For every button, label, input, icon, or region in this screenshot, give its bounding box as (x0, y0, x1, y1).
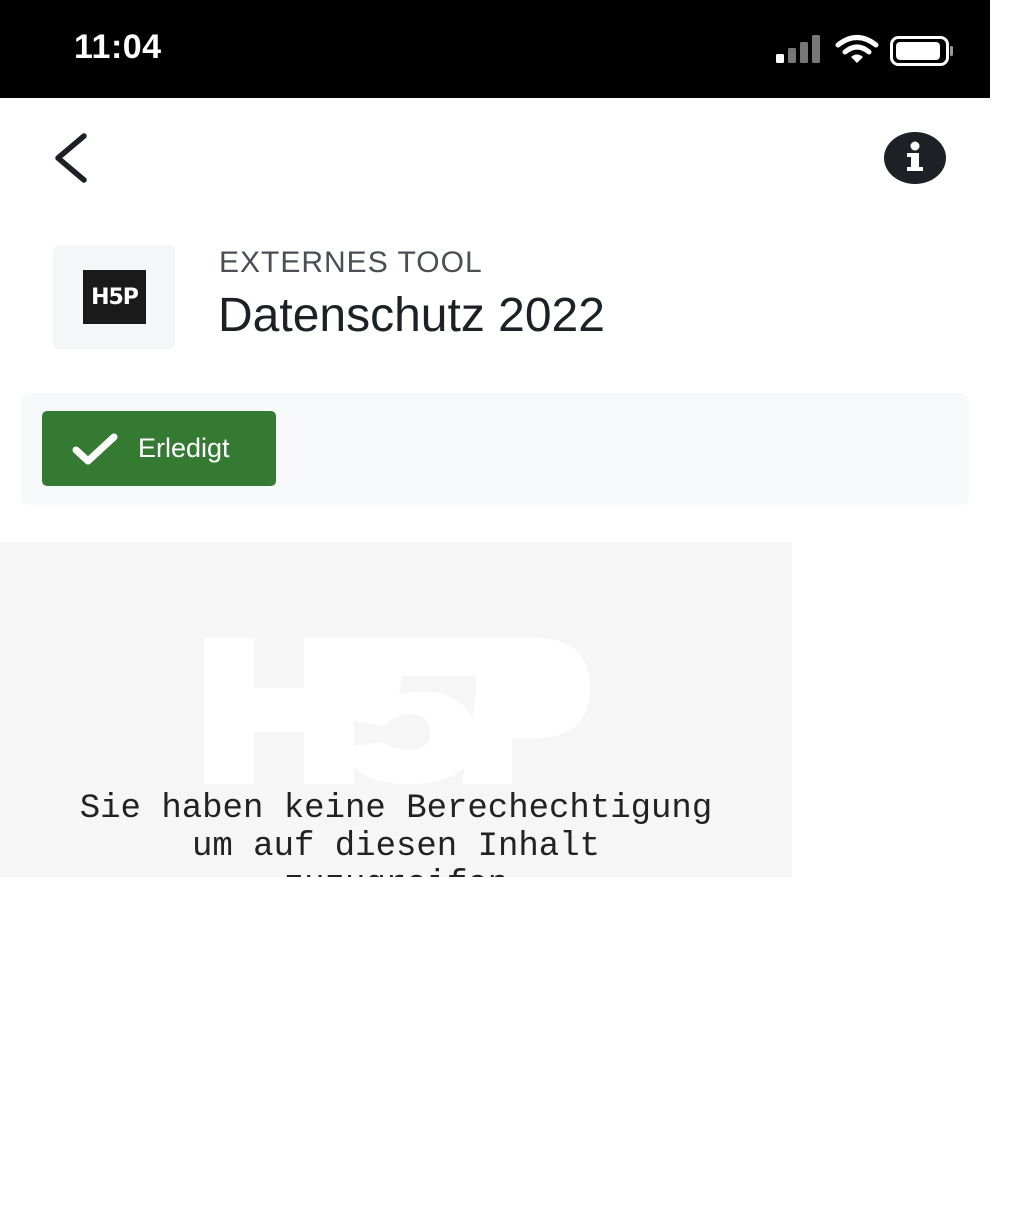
back-button[interactable] (46, 126, 102, 190)
no-permission-message: Sie haben keine Berechechtigung um auf d… (79, 790, 713, 877)
tool-icon-box: H5P (53, 245, 175, 349)
info-icon (884, 132, 946, 184)
page-title: Datenschutz 2022 (218, 289, 605, 342)
chevron-left-icon (55, 133, 87, 183)
wifi-icon (835, 35, 879, 63)
h5p-content-frame: Sie haben keine Berechechtigung um auf d… (0, 542, 792, 877)
completion-label: Erledigt (138, 433, 230, 463)
status-icons (776, 35, 953, 66)
completion-panel: Erledigt (21, 393, 969, 505)
h5p-watermark-icon (204, 638, 590, 784)
h5p-logo: H5P (83, 270, 146, 324)
status-time: 11:04 (74, 28, 162, 66)
info-button[interactable] (884, 132, 946, 184)
cellular-signal-icon (776, 35, 820, 63)
completion-status-button[interactable]: Erledigt (42, 411, 276, 486)
check-icon (72, 433, 118, 465)
battery-icon (890, 36, 953, 66)
status-bar: 11:04 (0, 0, 990, 98)
tool-type-label: EXTERNES TOOL (219, 246, 483, 279)
